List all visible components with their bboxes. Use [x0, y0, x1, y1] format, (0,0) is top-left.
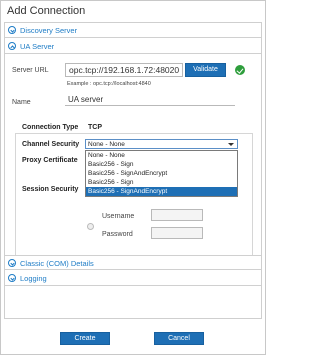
valid-check-icon [235, 65, 245, 75]
dropdown-arrow-icon [228, 143, 234, 146]
dropdown-option[interactable]: Basic256 - Sign [86, 160, 237, 169]
dropdown-option-selected[interactable]: Basic256 - SignAndEncrypt [86, 187, 237, 196]
password-label: Password [102, 231, 133, 238]
session-security-label: Session Security [22, 186, 79, 193]
create-button[interactable]: Create [60, 332, 110, 345]
username-input[interactable] [151, 209, 203, 221]
validate-button[interactable]: Validate [185, 63, 226, 77]
proxy-certificate-label: Proxy Certificate [22, 157, 78, 164]
dropdown-option[interactable]: None - None [86, 151, 237, 160]
cancel-button[interactable]: Cancel [154, 332, 204, 345]
add-connection-dialog: Add Connection Discovery Server UA Serve… [0, 0, 266, 355]
chevron-down-icon [8, 259, 16, 267]
section-classic-label: Classic (COM) Details [20, 259, 94, 268]
section-logging-label: Logging [20, 274, 47, 283]
password-input[interactable] [151, 227, 203, 239]
name-label: Name [12, 99, 31, 106]
url-example-text: Example : opc.tcp://localhost:4840 [67, 81, 151, 87]
dropdown-option[interactable]: Basic256 - Sign [86, 178, 237, 187]
connection-form: Discovery Server UA Server Server URL op… [4, 22, 262, 319]
channel-security-label: Channel Security [22, 141, 80, 148]
section-discovery-label: Discovery Server [20, 26, 78, 35]
chevron-down-icon [8, 274, 16, 282]
username-label: Username [102, 213, 135, 220]
connection-type-label: Connection Type [22, 124, 79, 131]
section-ua-label: UA Server [20, 42, 55, 51]
channel-security-dropdown: None - None Basic256 - Sign Basic256 - S… [85, 150, 238, 197]
section-classic-details[interactable]: Classic (COM) Details [5, 255, 261, 270]
channel-security-value: None - None [88, 141, 125, 148]
section-ua-server[interactable]: UA Server [5, 39, 261, 54]
channel-security-select[interactable]: None - None [85, 139, 238, 149]
dropdown-option[interactable]: Basic256 - SignAndEncrypt [86, 169, 237, 178]
name-input[interactable]: UA server [65, 94, 235, 106]
chevron-down-icon [8, 26, 16, 34]
section-logging[interactable]: Logging [5, 271, 261, 286]
server-url-label: Server URL [12, 67, 49, 74]
server-url-input[interactable]: opc.tcp://192.168.1.72:48020 [65, 63, 183, 77]
section-discovery-server[interactable]: Discovery Server [5, 23, 261, 38]
dialog-title: Add Connection [7, 5, 86, 17]
chevron-up-icon [8, 42, 16, 50]
connection-type-value: TCP [88, 124, 102, 131]
user-auth-radio[interactable] [87, 223, 94, 230]
